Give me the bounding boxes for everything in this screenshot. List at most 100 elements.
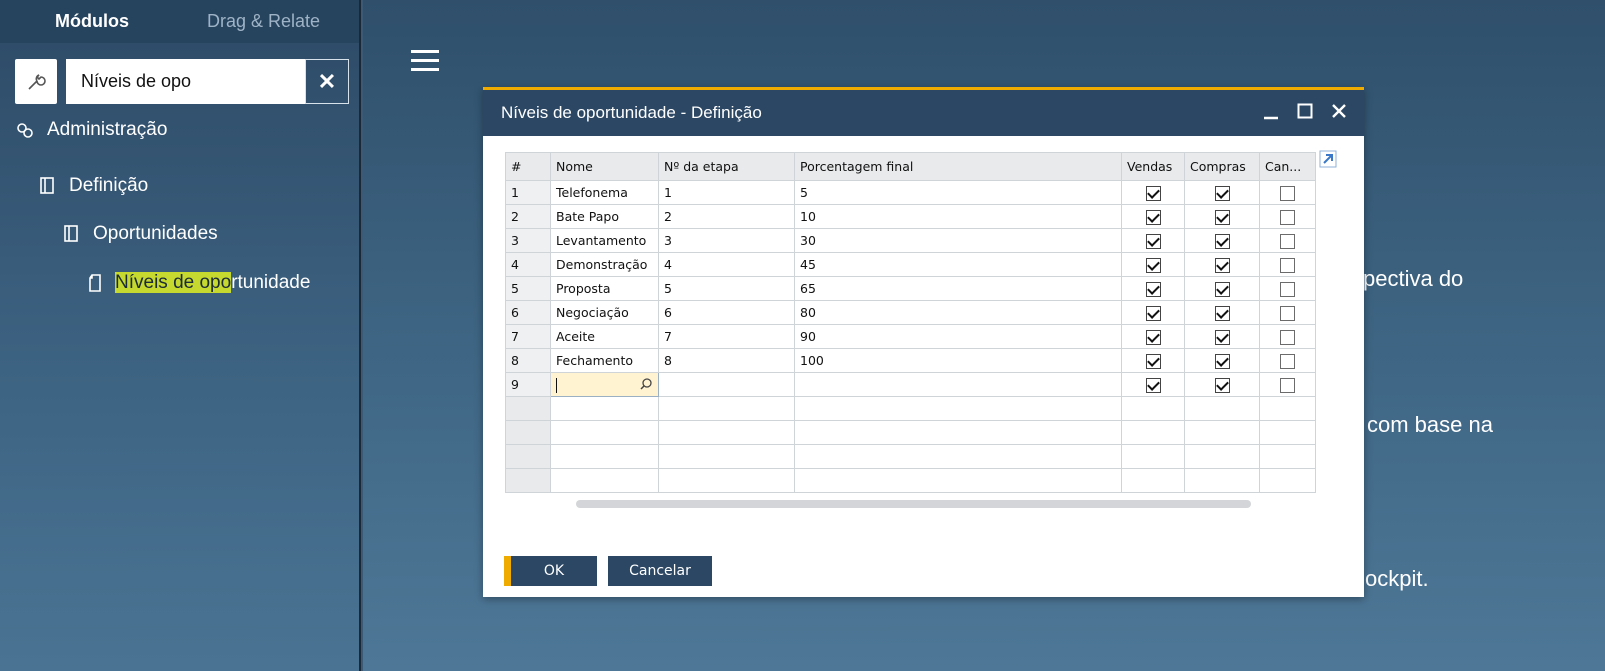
- empty-cell: [794, 468, 1122, 493]
- checkbox-can[interactable]: [1280, 305, 1295, 321]
- checkbox-vendas[interactable]: [1145, 185, 1161, 201]
- tab-drag-relate[interactable]: Drag & Relate: [207, 11, 320, 32]
- cell-porcentagem[interactable]: 80: [794, 300, 1122, 325]
- checkbox-compras[interactable]: [1214, 233, 1230, 249]
- checkbox-vendas[interactable]: [1145, 353, 1161, 369]
- row-number[interactable]: 3: [505, 228, 551, 253]
- row-number[interactable]: 8: [505, 348, 551, 373]
- cell-nome[interactable]: Telefonema: [550, 180, 659, 205]
- checkbox-vendas[interactable]: [1145, 257, 1161, 273]
- table-row[interactable]: 1 Telefonema 1 5: [505, 180, 1316, 205]
- dialog-titlebar[interactable]: Níveis de oportunidade - Definição: [483, 90, 1364, 136]
- cell-nome[interactable]: Proposta: [550, 276, 659, 301]
- clear-search-button[interactable]: ✕: [305, 59, 349, 104]
- checkbox-compras[interactable]: [1214, 353, 1230, 369]
- cell-etapa[interactable]: 8: [658, 348, 795, 373]
- row-number[interactable]: 7: [505, 324, 551, 349]
- cell-nome[interactable]: Bate Papo: [550, 204, 659, 229]
- cell-nome[interactable]: Levantamento: [550, 228, 659, 253]
- checkbox-vendas[interactable]: [1145, 281, 1161, 297]
- row-number[interactable]: 4: [505, 252, 551, 277]
- checkbox-can[interactable]: [1280, 185, 1295, 201]
- row-number[interactable]: 2: [505, 204, 551, 229]
- horizontal-scrollbar[interactable]: [576, 500, 1251, 508]
- row-number[interactable]: 6: [505, 300, 551, 325]
- cell-porcentagem[interactable]: 5: [794, 180, 1122, 205]
- table-row[interactable]: 4 Demonstração 4 45: [505, 252, 1316, 277]
- tree-item-administracao[interactable]: Administração: [15, 119, 167, 141]
- checkbox-compras[interactable]: [1214, 281, 1230, 297]
- cell-etapa[interactable]: 1: [658, 180, 795, 205]
- cell-porcentagem[interactable]: 65: [794, 276, 1122, 301]
- col-header-num[interactable]: #: [505, 152, 551, 181]
- table-row[interactable]: 2 Bate Papo 2 10: [505, 204, 1316, 229]
- cell-etapa[interactable]: 3: [658, 228, 795, 253]
- cell-nome[interactable]: [550, 372, 659, 397]
- cell-porcentagem[interactable]: 100: [794, 348, 1122, 373]
- cell-etapa[interactable]: 5: [658, 276, 795, 301]
- checkbox-can[interactable]: [1280, 353, 1295, 369]
- table-row[interactable]: 3 Levantamento 3 30: [505, 228, 1316, 253]
- checkbox-vendas[interactable]: [1145, 305, 1161, 321]
- tree-item-definicao[interactable]: Definição: [39, 175, 148, 197]
- checkbox-can[interactable]: [1280, 377, 1295, 393]
- maximize-icon[interactable]: [1296, 98, 1314, 124]
- cell-porcentagem[interactable]: 45: [794, 252, 1122, 277]
- checkbox-compras[interactable]: [1214, 377, 1230, 393]
- cell-porcentagem[interactable]: 90: [794, 324, 1122, 349]
- checkbox-can[interactable]: [1280, 281, 1295, 297]
- cell-porcentagem[interactable]: 10: [794, 204, 1122, 229]
- wrench-icon[interactable]: [15, 59, 57, 104]
- hamburger-menu-icon[interactable]: [411, 50, 439, 72]
- cell-nome[interactable]: Demonstração: [550, 252, 659, 277]
- checkbox-compras[interactable]: [1214, 305, 1230, 321]
- checkbox-vendas[interactable]: [1145, 233, 1161, 249]
- table-row[interactable]: 9: [505, 372, 1316, 397]
- cell-nome[interactable]: Aceite: [550, 324, 659, 349]
- table-row[interactable]: 5 Proposta 5 65: [505, 276, 1316, 301]
- module-search-input[interactable]: [66, 59, 305, 104]
- checkbox-vendas[interactable]: [1145, 377, 1161, 393]
- close-icon[interactable]: [1330, 98, 1348, 124]
- table-row[interactable]: 8 Fechamento 8 100: [505, 348, 1316, 373]
- col-header-vendas[interactable]: Vendas: [1121, 152, 1185, 181]
- table-row[interactable]: 6 Negociação 6 80: [505, 300, 1316, 325]
- checkbox-compras[interactable]: [1214, 329, 1230, 345]
- row-number[interactable]: 9: [505, 372, 551, 397]
- table-row[interactable]: 7 Aceite 7 90: [505, 324, 1316, 349]
- minimize-icon[interactable]: [1262, 98, 1280, 124]
- col-header-can[interactable]: Can...: [1259, 152, 1316, 181]
- col-header-porcentagem[interactable]: Porcentagem final: [794, 152, 1122, 181]
- cell-etapa[interactable]: 6: [658, 300, 795, 325]
- cancel-button[interactable]: Cancelar: [608, 556, 712, 586]
- checkbox-compras[interactable]: [1214, 209, 1230, 225]
- row-number[interactable]: 5: [505, 276, 551, 301]
- cell-etapa[interactable]: 2: [658, 204, 795, 229]
- cell-porcentagem[interactable]: [794, 372, 1122, 397]
- row-number[interactable]: 1: [505, 180, 551, 205]
- tree-item-oportunidades[interactable]: Oportunidades: [63, 223, 218, 245]
- checkbox-can[interactable]: [1280, 257, 1295, 273]
- checkbox-vendas[interactable]: [1145, 209, 1161, 225]
- col-header-etapa[interactable]: Nº da etapa: [658, 152, 795, 181]
- cell-porcentagem[interactable]: 30: [794, 228, 1122, 253]
- tab-modulos[interactable]: Módulos: [55, 11, 129, 32]
- checkbox-can[interactable]: [1280, 329, 1295, 345]
- checkbox-compras[interactable]: [1214, 257, 1230, 273]
- tree-label: Administração: [47, 119, 168, 140]
- cell-nome[interactable]: Fechamento: [550, 348, 659, 373]
- lookup-icon[interactable]: [639, 377, 653, 394]
- ok-button[interactable]: OK: [504, 556, 597, 586]
- cell-etapa[interactable]: 4: [658, 252, 795, 277]
- cell-etapa[interactable]: 7: [658, 324, 795, 349]
- cell-nome[interactable]: Negociação: [550, 300, 659, 325]
- checkbox-compras[interactable]: [1214, 185, 1230, 201]
- checkbox-can[interactable]: [1280, 233, 1295, 249]
- col-header-nome[interactable]: Nome: [550, 152, 659, 181]
- checkbox-can[interactable]: [1280, 209, 1295, 225]
- expand-arrow-icon[interactable]: [1319, 150, 1337, 173]
- col-header-compras[interactable]: Compras: [1184, 152, 1260, 181]
- tree-item-niveis-oportunidade[interactable]: Níveis de oportunidade: [87, 272, 310, 294]
- checkbox-vendas[interactable]: [1145, 329, 1161, 345]
- cell-etapa[interactable]: [658, 372, 795, 397]
